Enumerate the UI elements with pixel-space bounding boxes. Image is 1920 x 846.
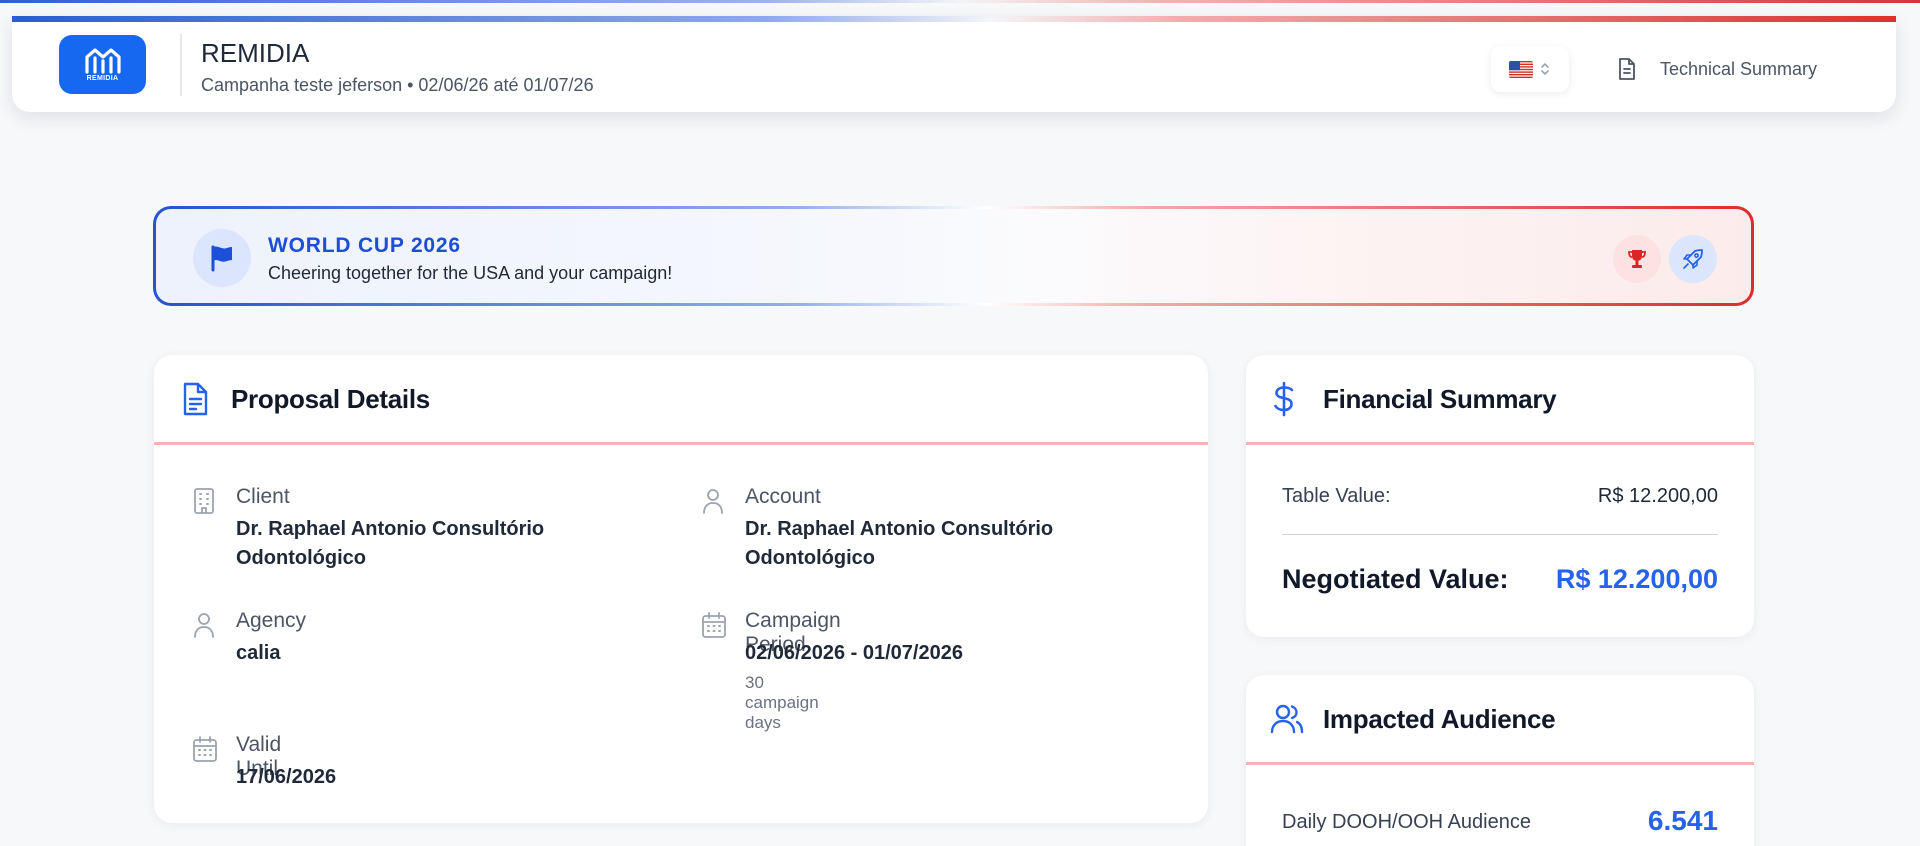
user-icon [194, 613, 214, 638]
app-header: REMIDIA REMIDIA Campanha teste jeferson … [12, 16, 1896, 112]
world-cup-banner: WORLD CUP 2026 Cheering together for the… [153, 206, 1754, 306]
us-flag-icon [1509, 60, 1533, 78]
logo-text: REMIDIA [86, 74, 119, 82]
impacted-audience-card: Impacted Audience Daily DOOH/OOH Audienc… [1246, 675, 1754, 846]
agency-value: calia [236, 642, 281, 664]
financial-divider [1282, 534, 1718, 535]
technical-summary-button[interactable]: Technical Summary [1616, 54, 1817, 84]
valid-until-value: 17/06/2026 [236, 766, 337, 788]
negotiated-value: R$ 12.200,00 [1555, 564, 1718, 594]
financial-card-title: Financial Summary [1323, 384, 1557, 414]
negotiated-value-label: Negotiated Value: [1282, 564, 1509, 594]
page-title: REMIDIA [201, 38, 310, 68]
banner-title: WORLD CUP 2026 [268, 234, 461, 257]
technical-summary-label: Technical Summary [1660, 58, 1818, 79]
dollar-icon [1274, 381, 1294, 417]
proposal-card-header: Proposal Details [154, 355, 1208, 445]
banner-subtitle: Cheering together for the USA and your c… [268, 263, 673, 283]
header-divider [180, 34, 182, 96]
client-value: Dr. Raphael Antonio Consultório Odontoló… [236, 518, 545, 569]
banner-flag-badge [193, 229, 251, 287]
financial-card-header: Financial Summary [1246, 355, 1754, 445]
account-value: Dr. Raphael Antonio Consultório Odontoló… [745, 518, 1054, 569]
financial-summary-card: Financial Summary Table Value: R$ 12.200… [1246, 355, 1754, 637]
trophy-button[interactable] [1613, 235, 1661, 283]
user-icon [703, 489, 723, 514]
header-gradient-bar [12, 16, 1896, 22]
client-label: Client [236, 485, 290, 508]
agency-label: Agency [236, 609, 307, 632]
chevron-up-down-icon [1541, 63, 1549, 75]
audience-card-title: Impacted Audience [1323, 704, 1556, 734]
trophy-icon [1628, 250, 1646, 268]
daily-audience-label: Daily DOOH/OOH Audience [1282, 811, 1531, 833]
audience-card-header: Impacted Audience [1246, 675, 1754, 765]
rocket-button[interactable] [1669, 235, 1717, 283]
top-accent-strip [0, 0, 1920, 3]
flag-icon [211, 245, 232, 272]
proposal-card-title: Proposal Details [231, 384, 430, 414]
table-value: R$ 12.200,00 [1597, 485, 1718, 507]
users-icon [1270, 704, 1304, 734]
daily-audience-value: 6.541 [1647, 805, 1718, 836]
campaign-days-note: 30 campaign days [745, 673, 819, 732]
calendar-icon [702, 612, 726, 638]
table-value-label: Table Value: [1282, 485, 1391, 507]
building-icon [194, 488, 214, 514]
calendar-icon [193, 736, 217, 762]
campaign-subtitle: Campanha teste jeferson • 02/06/26 até 0… [201, 75, 594, 95]
document-icon [183, 382, 208, 416]
remidia-logo[interactable]: REMIDIA [59, 35, 146, 94]
rocket-icon [1683, 249, 1703, 269]
account-label: Account [745, 485, 821, 508]
logo-mark-icon [84, 47, 121, 74]
language-selector[interactable] [1491, 46, 1569, 92]
proposal-details-card: Proposal Details Client Dr. Raphael Anto… [154, 355, 1208, 823]
document-icon [1619, 58, 1635, 80]
campaign-period-value: 02/06/2026 - 01/07/2026 [745, 642, 963, 664]
